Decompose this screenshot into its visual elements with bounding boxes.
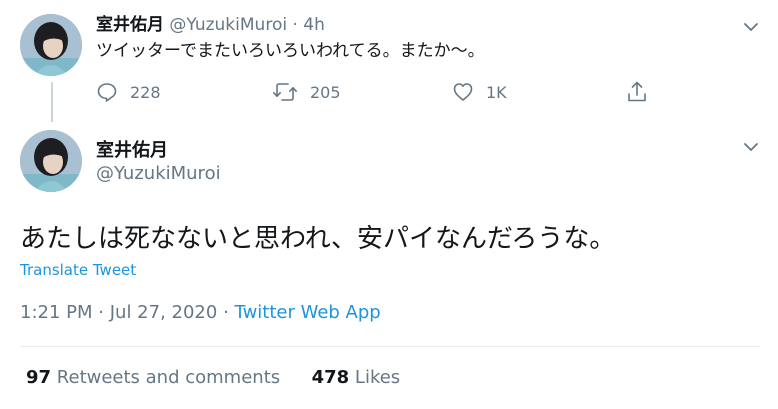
reply-button[interactable]: 228 <box>96 78 161 106</box>
source-app-link[interactable]: Twitter Web App <box>235 302 381 323</box>
tweet-stats: 97 Retweets and comments 478 Likes <box>26 367 400 388</box>
separator: · <box>98 302 104 323</box>
handle[interactable]: @YuzukiMuroi <box>169 15 287 35</box>
chevron-down-icon[interactable] <box>742 18 760 36</box>
retweet-count: 205 <box>310 82 341 102</box>
like-count: 1K <box>486 82 507 102</box>
separator: · <box>223 302 229 323</box>
likes-stat-label: Likes <box>354 367 401 388</box>
display-name[interactable]: 室井佑月 <box>96 136 168 162</box>
divider <box>20 346 760 347</box>
retweets-stat-count: 97 <box>26 367 52 388</box>
like-button[interactable]: 1K <box>452 78 507 106</box>
tweet-text: ツイッターでまたいろいろいわれてる。またか〜。 <box>96 41 485 61</box>
likes-stat[interactable]: 478 Likes <box>312 367 401 388</box>
retweet-button[interactable]: 205 <box>272 78 341 106</box>
translate-tweet-link[interactable]: Translate Tweet <box>20 261 136 279</box>
reply-count: 228 <box>130 82 161 102</box>
share-button[interactable] <box>626 78 648 106</box>
chevron-down-icon[interactable] <box>742 138 760 156</box>
tweet1-header: 室井佑月 @YuzukiMuroi · 4h <box>96 10 325 35</box>
timestamp[interactable]: 4h <box>303 15 325 35</box>
thread-line <box>51 82 53 122</box>
retweets-stat-label: Retweets and comments <box>56 367 281 388</box>
avatar-image <box>20 130 82 192</box>
tweet-date[interactable]: Jul 27, 2020 <box>110 302 218 323</box>
share-icon <box>626 80 648 104</box>
retweet-icon <box>272 81 298 103</box>
tweet-time[interactable]: 1:21 PM <box>20 302 93 323</box>
tweet-meta: 1:21 PM · Jul 27, 2020 · Twitter Web App <box>20 302 381 323</box>
retweets-stat[interactable]: 97 Retweets and comments <box>26 367 280 388</box>
avatar[interactable] <box>20 14 82 76</box>
handle[interactable]: @YuzukiMuroi <box>96 163 221 184</box>
likes-stat-count: 478 <box>311 367 350 388</box>
avatar[interactable] <box>20 130 82 192</box>
reply-icon <box>96 81 118 103</box>
avatar-image <box>20 14 82 76</box>
display-name[interactable]: 室井佑月 <box>96 15 164 35</box>
tweet-actions: 228 205 1K <box>96 78 656 106</box>
separator: · <box>292 15 298 35</box>
tweet-text: あたしは死なないと思われ、安パイなんだろうな。 <box>20 224 616 254</box>
like-icon <box>452 81 474 103</box>
